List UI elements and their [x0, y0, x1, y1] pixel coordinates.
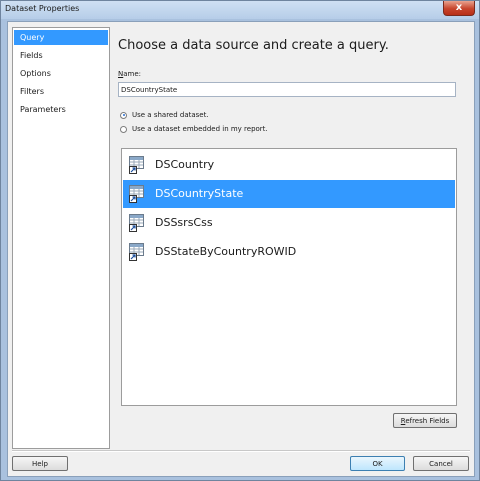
- dataset-item-dscountry[interactable]: DSCountry: [123, 151, 455, 179]
- refresh-fields-button[interactable]: Refresh Fields: [393, 413, 457, 428]
- close-button[interactable]: x: [443, 1, 475, 16]
- cancel-button[interactable]: Cancel: [413, 456, 469, 471]
- dataset-item-dsstatebycountryrowid[interactable]: DSStateByCountryROWID: [123, 238, 455, 266]
- nav-item-parameters[interactable]: Parameters: [14, 102, 108, 117]
- refresh-label: efresh Fields: [405, 417, 450, 425]
- name-label: Name:: [118, 70, 141, 78]
- dataset-item-dsssrscss[interactable]: DSSsrsCss: [123, 209, 455, 237]
- shared-dataset-list[interactable]: DSCountry DSCountryState DSSsrsCss DSSta…: [121, 148, 457, 406]
- dataset-label: DSCountryState: [155, 187, 244, 200]
- dataset-item-dscountrystate[interactable]: DSCountryState: [123, 180, 455, 208]
- dataset-label: DSCountry: [155, 158, 215, 171]
- name-label-text: ame:: [123, 70, 142, 78]
- radio-embedded-label: Use a dataset embedded in my report.: [132, 125, 268, 133]
- dataset-label: DSStateByCountryROWID: [155, 245, 297, 258]
- name-input[interactable]: [118, 82, 456, 97]
- radio-shared-dataset[interactable]: Use a shared dataset.: [120, 111, 209, 119]
- shared-dataset-icon: [129, 243, 144, 261]
- dataset-label: DSSsrsCss: [155, 216, 213, 229]
- radio-shared-label: Use a shared dataset.: [132, 111, 209, 119]
- shared-dataset-icon: [129, 156, 144, 174]
- nav-item-query[interactable]: Query: [14, 30, 108, 45]
- close-icon: x: [455, 2, 463, 13]
- shared-dataset-icon: [129, 214, 144, 232]
- nav-item-fields[interactable]: Fields: [14, 48, 108, 63]
- title-bar[interactable]: Dataset Properties x: [1, 1, 479, 19]
- ok-button[interactable]: OK: [350, 456, 405, 471]
- nav-item-options[interactable]: Options: [14, 66, 108, 81]
- navigation-pane: Query Fields Options Filters Parameters: [12, 27, 110, 449]
- dataset-properties-window: Dataset Properties x Query Fields Option…: [0, 0, 480, 481]
- radio-button[interactable]: [120, 125, 127, 133]
- window-title: Dataset Properties: [5, 4, 80, 13]
- radio-embedded-dataset[interactable]: Use a dataset embedded in my report.: [120, 125, 268, 133]
- footer-separator: [12, 450, 470, 452]
- shared-dataset-icon: [129, 185, 144, 203]
- page-heading: Choose a data source and create a query.: [118, 38, 389, 53]
- dialog-body: Query Fields Options Filters Parameters …: [7, 21, 475, 477]
- help-button[interactable]: Help: [12, 456, 68, 471]
- radio-button-checked[interactable]: [120, 111, 127, 119]
- nav-item-filters[interactable]: Filters: [14, 84, 108, 99]
